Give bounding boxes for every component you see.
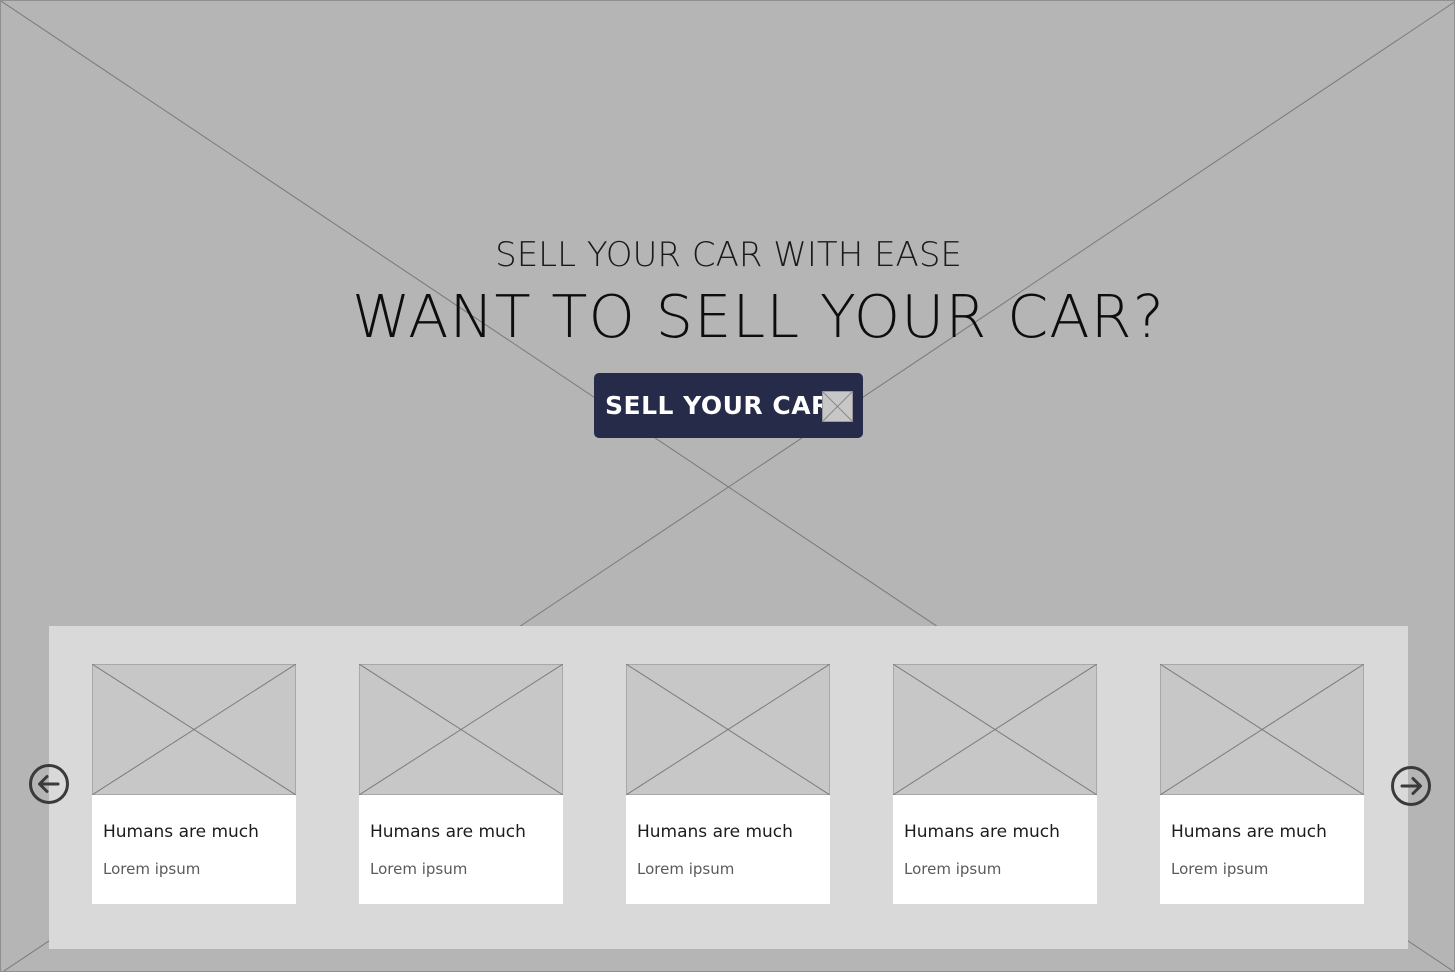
carousel-card[interactable]: Humans are much Lorem ipsum: [1160, 664, 1364, 904]
card-carousel: Humans are much Lorem ipsum Humans are m…: [49, 626, 1408, 949]
sell-your-car-button[interactable]: SELL YOUR CAR: [594, 373, 863, 438]
card-title: Humans are much: [103, 822, 259, 842]
card-image-placeholder: [626, 664, 830, 795]
card-text: Lorem ipsum: [637, 860, 735, 878]
arrow-right-circle-icon: [1391, 766, 1431, 806]
card-text: Lorem ipsum: [904, 860, 1002, 878]
carousel-card[interactable]: Humans are much Lorem ipsum: [893, 664, 1097, 904]
hero-headline: WANT TO SELL YOUR CAR?: [352, 282, 1165, 351]
carousel-card[interactable]: Humans are much Lorem ipsum: [359, 664, 563, 904]
card-text: Lorem ipsum: [1171, 860, 1269, 878]
card-title: Humans are much: [904, 822, 1060, 842]
card-title: Humans are much: [637, 822, 793, 842]
card-text: Lorem ipsum: [370, 860, 468, 878]
hero-section: SELL YOUR CAR WITH EASE WANT TO SELL YOU…: [0, 0, 1455, 972]
carousel-next-button[interactable]: [1390, 765, 1432, 807]
card-title: Humans are much: [1171, 822, 1327, 842]
hero-eyebrow: SELL YOUR CAR WITH EASE: [495, 235, 962, 275]
carousel-card[interactable]: Humans are much Lorem ipsum: [626, 664, 830, 904]
image-placeholder-icon: [822, 391, 853, 422]
card-image-placeholder: [893, 664, 1097, 795]
card-title: Humans are much: [370, 822, 526, 842]
card-image-placeholder: [92, 664, 296, 795]
arrow-left-circle-icon: [29, 764, 69, 804]
card-text: Lorem ipsum: [103, 860, 201, 878]
card-image-placeholder: [1160, 664, 1364, 795]
carousel-prev-button[interactable]: [28, 763, 70, 805]
card-image-placeholder: [359, 664, 563, 795]
sell-your-car-button-label: SELL YOUR CAR: [605, 391, 831, 420]
carousel-card[interactable]: Humans are much Lorem ipsum: [92, 664, 296, 904]
